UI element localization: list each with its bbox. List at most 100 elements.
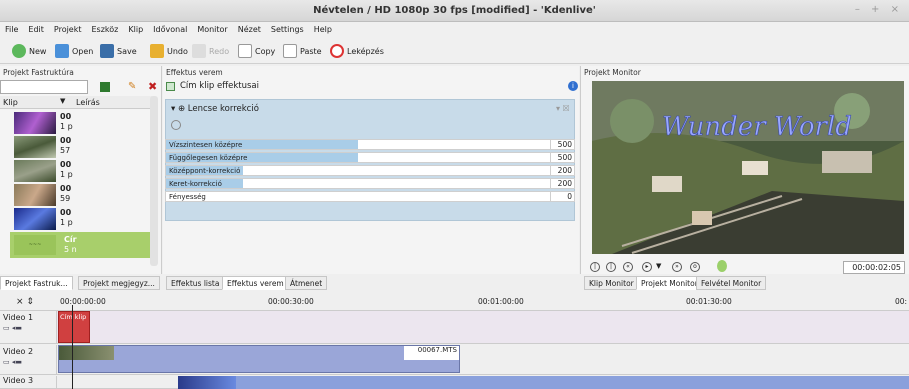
clip-name: 00 bbox=[60, 112, 72, 121]
param-row[interactable]: Fényesség 0 bbox=[165, 191, 575, 202]
project-tree-panel: Projekt Fastruktúra ✎ ✖ Klip ▼ Leírás 00… bbox=[0, 66, 162, 274]
copy-button[interactable]: Copy bbox=[238, 43, 275, 59]
effect-header[interactable]: ▾ ⊕ Lencse korrekció bbox=[171, 104, 259, 114]
tree-header: Klip ▼ Leírás bbox=[0, 96, 152, 109]
menu-project[interactable]: Projekt bbox=[49, 22, 87, 34]
menu-settings[interactable]: Settings bbox=[266, 22, 309, 34]
copy-icon bbox=[238, 44, 252, 58]
tab-project-notes[interactable]: Projekt megjegyz... bbox=[78, 276, 160, 290]
tab-project-tree[interactable]: Projekt Fastruk... bbox=[0, 276, 73, 290]
folder-icon bbox=[55, 44, 69, 58]
add-clip-icon[interactable] bbox=[100, 82, 110, 92]
list-item[interactable]: 00 1 p bbox=[14, 160, 154, 184]
list-item[interactable]: 00 59 bbox=[14, 184, 154, 208]
clip-effects-title: Cím klip effektusai bbox=[180, 81, 259, 91]
param-row[interactable]: Keret-korrekció 200 bbox=[165, 178, 575, 189]
param-value[interactable]: 500 bbox=[550, 153, 574, 162]
tab-record-monitor[interactable]: Felvétel Monitor bbox=[696, 276, 767, 290]
timeline-clip[interactable] bbox=[236, 376, 909, 389]
menu-view[interactable]: Nézet bbox=[233, 22, 266, 34]
clip-info: 5 n bbox=[64, 245, 77, 254]
list-item[interactable]: 00 1 p bbox=[14, 208, 154, 232]
volume-icon[interactable] bbox=[717, 260, 727, 272]
clip-name: 00 bbox=[60, 208, 72, 217]
list-item-selected[interactable]: ~~~ Cír 5 n bbox=[10, 232, 150, 258]
title-bar: Névtelen / HD 1080p 30 fps [modified] - … bbox=[0, 0, 909, 22]
menu-file[interactable]: File bbox=[0, 22, 23, 34]
param-row[interactable]: Középpont-korrekció 200 bbox=[165, 165, 575, 176]
open-button[interactable]: Open bbox=[55, 43, 93, 59]
clip-label: Cím klip bbox=[60, 313, 87, 321]
track-header: Video 3 bbox=[0, 376, 57, 388]
track-video-2[interactable]: Video 2 ▭ ◂▬ 00067.MTS bbox=[0, 345, 909, 375]
list-item[interactable]: 00 1 p bbox=[14, 112, 154, 136]
redo-button[interactable]: Redo bbox=[192, 43, 229, 59]
clip-column-header[interactable]: Klip bbox=[3, 98, 18, 107]
tab-clip-monitor[interactable]: Klip Monitor bbox=[584, 276, 639, 290]
clip-name: Cír bbox=[64, 235, 77, 244]
menu-help[interactable]: Help bbox=[309, 22, 337, 34]
effect-stack-title: Effektus verem bbox=[166, 68, 223, 77]
timecode-field[interactable]: 00:00:02:05 bbox=[843, 261, 905, 274]
list-item[interactable]: 00 57 bbox=[14, 136, 154, 160]
track-name: Video 2 bbox=[3, 347, 34, 356]
timeline-clip[interactable]: Cím klip bbox=[58, 311, 90, 343]
enable-checkbox[interactable] bbox=[166, 82, 175, 91]
param-value[interactable]: 200 bbox=[550, 179, 574, 188]
param-row[interactable]: Függőlegesen középre 500 bbox=[165, 152, 575, 163]
track-controls[interactable]: ▭ ◂▬ bbox=[0, 324, 56, 332]
playhead[interactable] bbox=[72, 305, 73, 389]
param-row[interactable]: Vízszintesen középre 500 bbox=[165, 139, 575, 150]
desc-column-header[interactable]: Leírás bbox=[76, 98, 100, 107]
track-video-3[interactable]: Video 3 bbox=[0, 376, 909, 389]
tab-effect-stack[interactable]: Effektus verem bbox=[222, 276, 289, 290]
paste-icon bbox=[283, 44, 297, 58]
back-icon[interactable]: « bbox=[623, 262, 633, 272]
menu-tools[interactable]: Eszköz bbox=[87, 22, 124, 34]
tab-effect-list[interactable]: Effektus lista bbox=[166, 276, 225, 290]
play-icon[interactable]: ▸ bbox=[642, 262, 652, 272]
timeline-ruler[interactable]: ⨯ ⇕ 00:00:00:00 00:00:30:00 00:01:00:00 … bbox=[0, 295, 909, 311]
track-header: Video 2 ▭ ◂▬ bbox=[0, 345, 57, 374]
clip-thumbnail: ~~~ bbox=[14, 235, 56, 255]
render-button[interactable]: Leképzés bbox=[330, 43, 384, 59]
paste-button[interactable]: Paste bbox=[283, 43, 322, 59]
clip-thumbnail bbox=[14, 208, 56, 230]
save-button[interactable]: Save bbox=[100, 43, 137, 59]
redo-label: Redo bbox=[209, 46, 230, 56]
delete-icon[interactable]: ✖ bbox=[148, 80, 157, 93]
undo-button[interactable]: Undo bbox=[150, 43, 188, 59]
effect-menu-icon[interactable]: ▾ ☒ bbox=[556, 104, 570, 113]
clip-thumbnail bbox=[14, 112, 56, 134]
track-video-1[interactable]: Video 1 ▭ ◂▬ Cím klip bbox=[0, 311, 909, 344]
info-icon[interactable]: i bbox=[568, 81, 578, 91]
tab-project-monitor[interactable]: Projekt Monitor bbox=[636, 276, 703, 290]
param-value[interactable]: 200 bbox=[550, 166, 574, 175]
main-toolbar: New Open Save Undo Redo Copy Paste Lekép… bbox=[0, 38, 909, 64]
menu-monitor[interactable]: Monitor bbox=[192, 22, 232, 34]
window-title: Névtelen / HD 1080p 30 fps [modified] - … bbox=[313, 5, 596, 16]
timeline-clip[interactable]: 00067.MTS bbox=[58, 345, 460, 373]
track-controls[interactable]: ▭ ◂▬ bbox=[0, 358, 56, 366]
menu-clip[interactable]: Klip bbox=[123, 22, 148, 34]
prev-frame-icon[interactable]: | bbox=[606, 262, 616, 272]
play-menu-icon[interactable]: ▼ bbox=[656, 262, 661, 270]
ruler-tick: 00:00:00:00 bbox=[60, 297, 106, 306]
menu-timeline[interactable]: Idővonal bbox=[148, 22, 192, 34]
param-value[interactable]: 500 bbox=[550, 140, 574, 149]
param-label: Középpont-korrekció bbox=[169, 167, 241, 175]
search-input[interactable] bbox=[0, 80, 88, 94]
monitor-video[interactable]: Wunder World bbox=[592, 81, 904, 254]
open-label: Open bbox=[72, 46, 94, 56]
tab-transition[interactable]: Átmenet bbox=[285, 276, 328, 290]
edit-icon[interactable]: ✎ bbox=[128, 81, 136, 92]
loop-icon[interactable]: o bbox=[690, 262, 700, 272]
menu-edit[interactable]: Edit bbox=[23, 22, 49, 34]
rewind-icon[interactable]: | bbox=[590, 262, 600, 272]
param-value[interactable]: 0 bbox=[550, 192, 574, 201]
new-button[interactable]: New bbox=[12, 43, 46, 59]
window-controls[interactable]: – + × bbox=[855, 4, 903, 15]
forward-icon[interactable]: » bbox=[672, 262, 682, 272]
reset-icon[interactable] bbox=[171, 120, 181, 130]
zoom-icon[interactable]: ⨯ ⇕ bbox=[16, 297, 34, 307]
